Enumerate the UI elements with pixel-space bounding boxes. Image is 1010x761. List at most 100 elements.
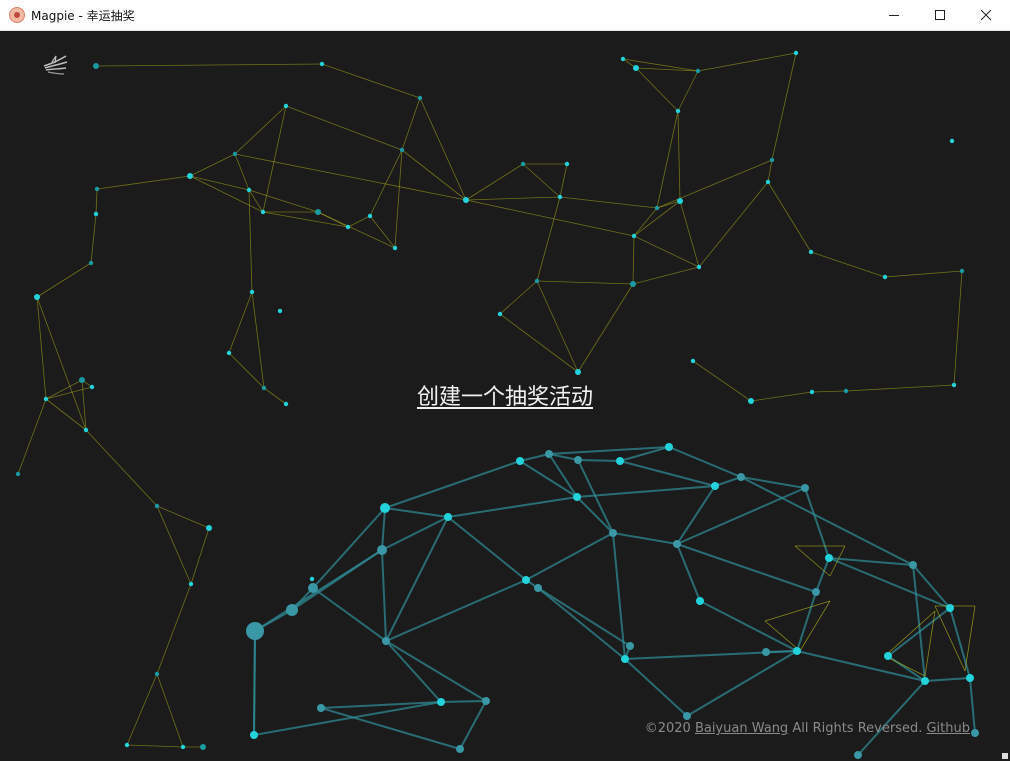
create-lottery-link[interactable]: 创建一个抽奖活动 <box>417 385 593 410</box>
network-link <box>96 175 191 190</box>
network-node <box>673 540 681 548</box>
network-link <box>499 313 579 373</box>
network-node <box>573 493 581 501</box>
network-node <box>315 209 321 215</box>
network-node <box>690 358 696 364</box>
network-node <box>417 95 423 101</box>
network-link <box>320 707 461 750</box>
network-node <box>377 545 387 555</box>
network-node <box>232 151 238 157</box>
network-node <box>921 677 929 685</box>
network-link <box>459 700 487 750</box>
network-link <box>126 744 184 748</box>
network-node <box>180 744 186 750</box>
network-link <box>465 199 635 237</box>
network-link <box>253 630 256 736</box>
network-link <box>699 600 798 652</box>
network-node <box>946 604 954 612</box>
network-link <box>804 487 830 559</box>
title-bar[interactable]: Magpie - 幸运抽奖 <box>0 0 1010 31</box>
network-node <box>206 525 212 531</box>
network-link <box>912 564 926 682</box>
network-link <box>815 557 830 593</box>
network-link <box>312 587 387 642</box>
network-node <box>949 138 955 144</box>
network-link <box>465 163 524 201</box>
network-link <box>632 235 635 285</box>
network-link <box>559 163 568 198</box>
network-node <box>909 561 917 569</box>
close-button[interactable] <box>963 0 1009 30</box>
network-node <box>545 450 553 458</box>
network-node <box>564 161 570 167</box>
network-node <box>382 637 390 645</box>
network-link <box>912 564 951 609</box>
network-node <box>34 294 40 300</box>
network-link <box>85 429 158 507</box>
network-link <box>676 543 817 593</box>
window-title: Magpie - 幸运抽奖 <box>31 9 135 23</box>
magpie-logo-icon[interactable] <box>42 52 70 76</box>
network-link <box>633 235 700 268</box>
network-link <box>686 650 798 717</box>
network-node <box>482 697 490 705</box>
network-link <box>347 215 371 228</box>
network-link <box>697 52 797 72</box>
network-node <box>200 744 206 750</box>
minimize-button[interactable] <box>871 0 917 30</box>
network-node <box>801 484 809 492</box>
network-node <box>317 704 325 712</box>
close-icon <box>981 10 992 21</box>
network-node <box>959 268 965 274</box>
network-link <box>949 607 971 679</box>
network-node <box>250 731 258 739</box>
network-node <box>188 581 194 587</box>
network-node <box>399 147 405 153</box>
network-node <box>309 576 315 582</box>
network-link <box>401 149 467 201</box>
network-node <box>277 308 283 314</box>
network-link <box>698 181 769 268</box>
network-link <box>619 460 716 487</box>
magpie-app-icon <box>9 7 25 23</box>
network-node <box>616 457 624 465</box>
network-link <box>189 175 264 213</box>
network-link <box>810 251 886 278</box>
network-link <box>828 557 951 609</box>
network-node <box>574 456 582 464</box>
network-link <box>440 700 487 703</box>
network-link <box>519 460 578 498</box>
network-node <box>246 187 252 193</box>
github-link[interactable]: Github <box>926 721 970 736</box>
network-link <box>668 446 742 478</box>
network-link <box>771 52 797 161</box>
footer: ©2020 Baiyuan Wang All Rights Reversed. … <box>645 721 970 736</box>
network-link <box>767 159 773 183</box>
network-link <box>764 620 801 652</box>
network-link <box>156 583 192 675</box>
network-link <box>385 640 442 703</box>
network-node <box>246 622 264 640</box>
maximize-button[interactable] <box>917 0 963 30</box>
network-link <box>969 677 976 734</box>
author-link[interactable]: Baiyuan Wang <box>695 721 788 736</box>
network-link <box>537 587 626 660</box>
network-node <box>696 597 704 605</box>
resize-grip[interactable] <box>1002 753 1008 759</box>
network-node <box>737 473 745 481</box>
network-link <box>796 591 817 652</box>
network-node <box>444 513 452 521</box>
network-node <box>522 576 530 584</box>
network-link <box>679 200 700 268</box>
network-node <box>319 61 325 67</box>
network-node <box>631 233 637 239</box>
network-link <box>767 181 812 253</box>
network-link <box>884 610 936 657</box>
network-node <box>711 482 719 490</box>
network-link <box>714 476 742 487</box>
network-link <box>90 213 97 264</box>
network-link <box>447 496 578 518</box>
app-window: Magpie - 幸运抽奖 创建一个抽奖活动 ©2020 Baiyuan Wan… <box>0 0 1010 761</box>
network-link <box>612 532 678 545</box>
network-node <box>971 729 979 737</box>
